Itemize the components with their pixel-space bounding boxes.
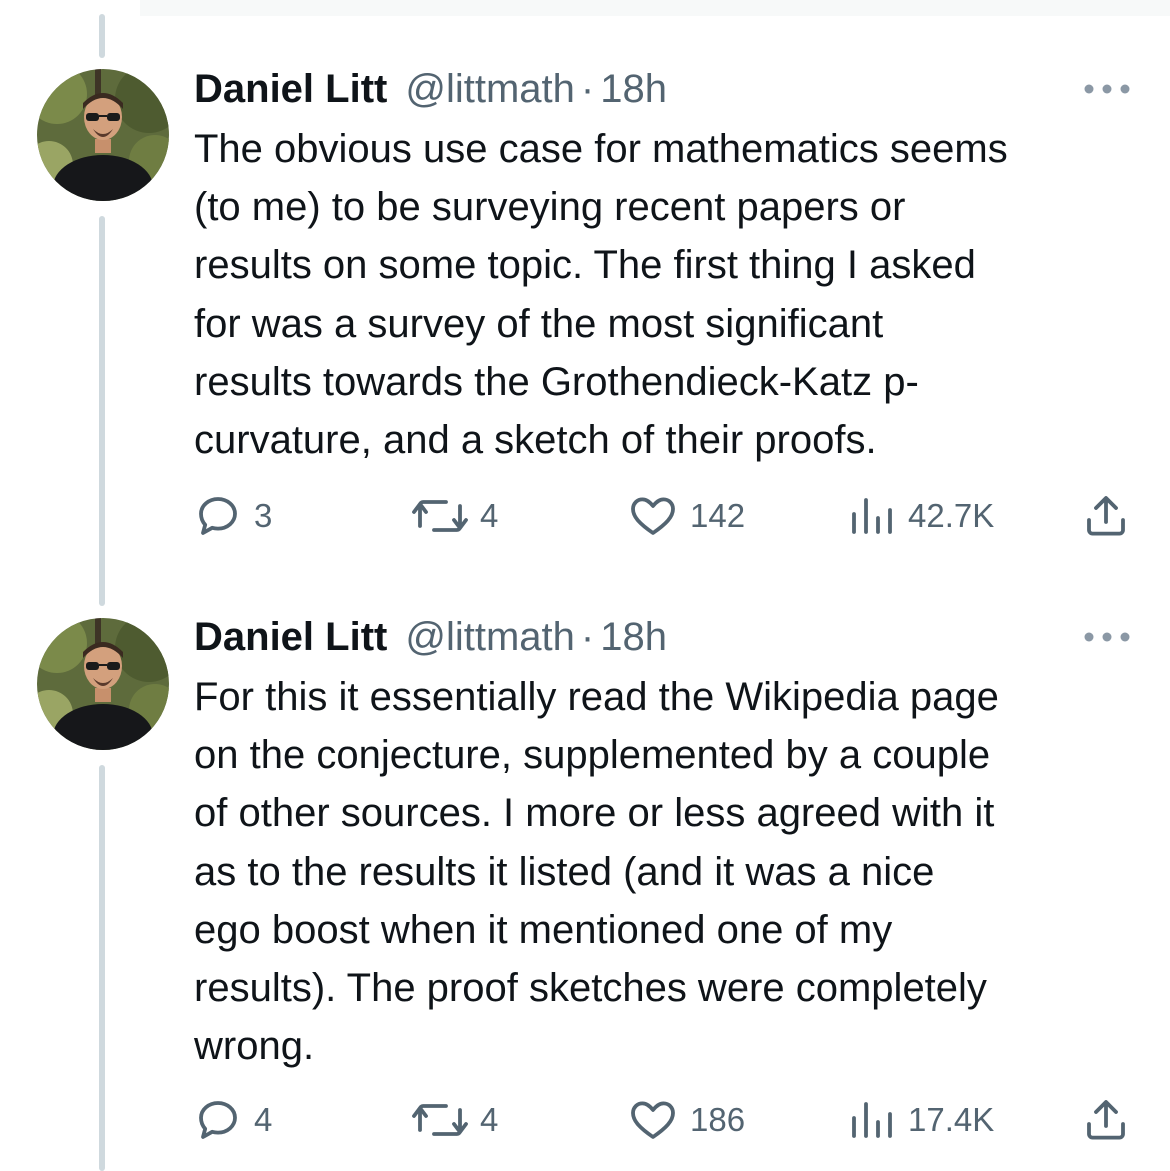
like-count: 186 [690, 1101, 746, 1138]
tweet-text-line: results). The proof sketches were comple… [194, 966, 987, 1011]
separator-dot: · [580, 615, 595, 659]
tweet-text-line: on the conjecture, supplemented by a cou… [194, 733, 991, 778]
avatar[interactable] [37, 69, 169, 201]
tweet-header: Daniel Litt @littmath · 18h [194, 612, 667, 662]
repost-button[interactable]: 4 [412, 1095, 498, 1145]
more-options-button[interactable] [1080, 74, 1134, 104]
tweet-text-line: as to the results it listed (and it was … [194, 849, 935, 894]
tweet-text-line: results on some topic. The first thing I… [194, 243, 976, 288]
share-button[interactable] [1082, 1095, 1130, 1145]
separator-dot: · [580, 67, 595, 111]
timestamp[interactable]: 18h [600, 612, 667, 662]
more-options-button[interactable] [1080, 622, 1134, 652]
tweet-text-line: The obvious use case for mathematics see… [194, 127, 1008, 171]
reply-count: 3 [254, 497, 273, 534]
ellipsis-icon [1084, 84, 1130, 94]
reply-button[interactable]: 3 [194, 491, 272, 541]
views-button[interactable]: 42.7K [848, 491, 994, 541]
reply-button[interactable]: 4 [194, 1095, 272, 1145]
share-button[interactable] [1082, 491, 1130, 541]
tweet-header: Daniel Litt @littmath · 18h [194, 64, 667, 114]
share-upload-icon [1087, 1100, 1125, 1140]
tweet-text-line: of other sources. I more or less agreed … [194, 791, 995, 836]
repost-count: 4 [480, 1101, 499, 1138]
author-handle[interactable]: @littmath [405, 64, 575, 114]
views-button[interactable]: 17.4K [848, 1095, 994, 1145]
tweet-text-line: ego boost when it mentioned one of my [194, 907, 893, 952]
avatar-photo-icon [37, 69, 169, 201]
tweet-text-line: results towards the Grothendieck-Katz p- [194, 359, 919, 404]
speech-bubble-icon [199, 497, 237, 535]
repost-arrows-icon [412, 1104, 468, 1136]
author-name[interactable]: Daniel Litt [194, 64, 387, 114]
tweet-text-line: (to me) to be surveying recent papers or [194, 185, 906, 230]
tweet[interactable]: Daniel Litt @littmath · 18h The obvious … [0, 0, 1170, 580]
like-button[interactable]: 186 [628, 1095, 745, 1145]
repost-arrows-icon [412, 500, 468, 532]
author-name[interactable]: Daniel Litt [194, 612, 387, 662]
share-upload-icon [1087, 496, 1125, 536]
tweet-text-line: wrong. [194, 1024, 315, 1069]
reply-count: 4 [254, 1101, 273, 1138]
tweet-text-line: curvature, and a sketch of their proofs. [194, 418, 877, 463]
tweet-text-line: for was a survey of the most significant [194, 301, 884, 346]
heart-icon [631, 497, 675, 535]
avatar-photo-icon [37, 618, 169, 750]
author-handle[interactable]: @littmath [405, 612, 575, 662]
repost-count: 4 [480, 497, 499, 534]
timestamp[interactable]: 18h [600, 64, 667, 114]
like-button[interactable]: 142 [628, 491, 745, 541]
speech-bubble-icon [199, 1101, 237, 1139]
heart-icon [631, 1101, 675, 1139]
bar-chart-icon [852, 498, 892, 534]
repost-button[interactable]: 4 [412, 491, 498, 541]
views-count: 17.4K [908, 1101, 995, 1138]
tweet-text: The obvious use case for mathematics see… [194, 120, 1144, 469]
ellipsis-icon [1084, 632, 1130, 642]
tweet[interactable]: Daniel Litt @littmath · 18h For this it … [0, 580, 1170, 1171]
like-count: 142 [690, 497, 746, 534]
avatar[interactable] [37, 618, 169, 750]
tweet-text-line: For this it essentially read the Wikiped… [194, 675, 999, 719]
bar-chart-icon [852, 1102, 892, 1138]
tweet-text: For this it essentially read the Wikiped… [194, 668, 1144, 1075]
views-count: 42.7K [908, 497, 995, 534]
